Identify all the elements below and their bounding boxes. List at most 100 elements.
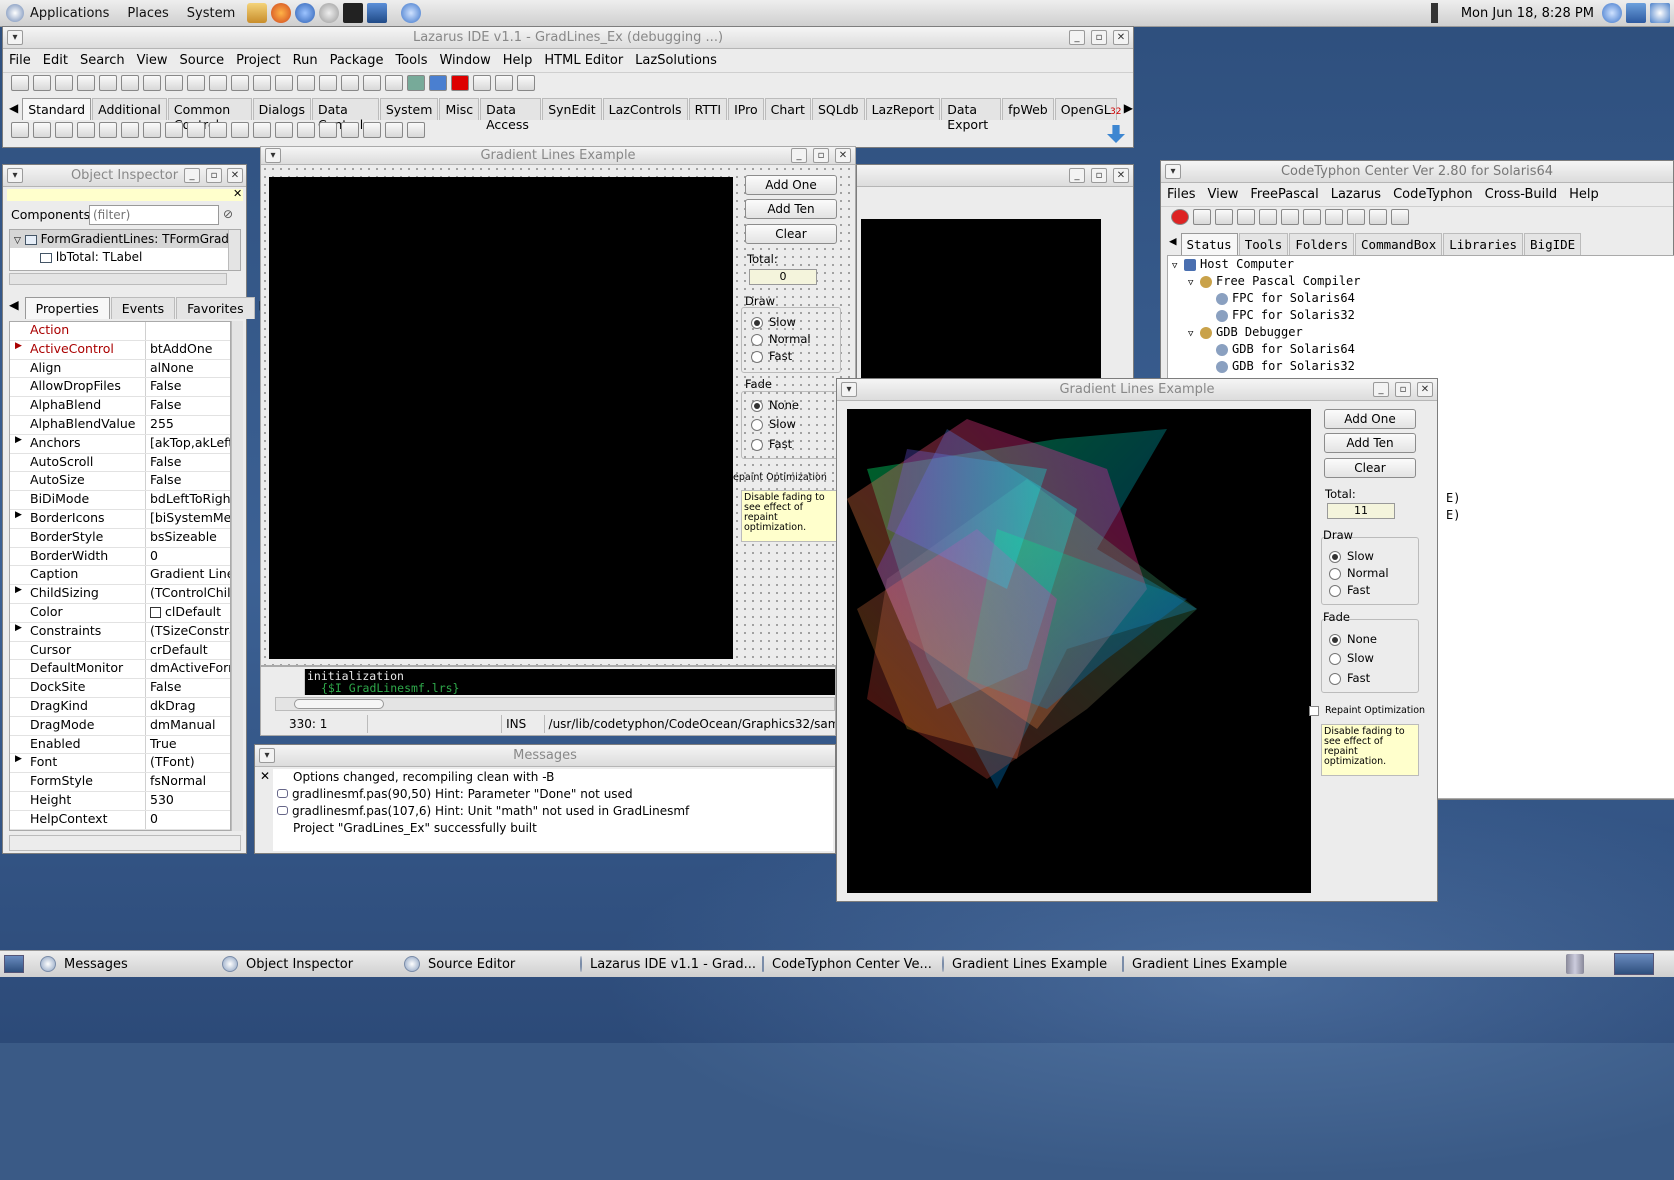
download-icon[interactable] [1193,209,1211,225]
property-row-color[interactable]: Color clDefault [10,603,230,623]
palette-tab-ipro[interactable]: IPro [728,98,764,120]
refresh-icon[interactable] [319,3,340,23]
new-unit-icon[interactable] [55,75,73,91]
window-menu-button[interactable]: ▾ [7,30,23,45]
panel-clock[interactable]: Mon Jun 18, 8:28 PM [1461,6,1594,21]
message-line[interactable]: gradlinesmf.pas(90,50) Hint: Parameter "… [277,786,833,803]
checkgroup-component-icon[interactable] [341,122,359,138]
minimize-button[interactable]: _ [1373,382,1389,397]
property-value[interactable]: dkDrag [146,698,230,716]
ct-tab-tools[interactable]: Tools [1238,233,1289,255]
taskbar-item-gradient-lines-1[interactable]: Gradient Lines Example [936,953,1112,976]
download-arrow-icon[interactable] [1107,125,1125,143]
tree-scrollbar[interactable] [228,230,240,270]
property-value[interactable]: 0 [146,548,230,566]
window-b-icon[interactable] [1259,209,1277,225]
palette-tab-lazreport[interactable]: LazReport [865,98,941,120]
close-button[interactable]: ✕ [227,168,243,183]
volume-icon[interactable] [1430,3,1449,23]
palette-tab-opengl[interactable]: OpenGL [1054,98,1117,120]
checkbox-component-icon[interactable] [187,122,205,138]
step-into-icon[interactable] [473,75,491,91]
menu-edit[interactable]: Edit [43,53,68,68]
tab-favorites[interactable]: Favorites [176,297,255,319]
clear-button[interactable]: Clear [745,224,837,244]
palette-tab-common-controls[interactable]: Common Controls [167,98,252,132]
property-row-height[interactable]: Height 530 [10,791,230,811]
palette-tab-data-export[interactable]: Data Export [941,98,1002,132]
property-row-borderstyle[interactable]: BorderStyle bsSizeable [10,528,230,548]
clear-button[interactable]: Clear [1324,458,1416,478]
draw-option-slow[interactable]: Slow [1329,549,1374,563]
menu-places[interactable]: Places [127,6,168,21]
menu-window[interactable]: Window [439,53,490,68]
property-row-allowdropfiles[interactable]: AllowDropFiles False [10,378,230,398]
components-filter-input[interactable] [89,205,219,225]
radiogroup-component-icon[interactable] [319,122,337,138]
ct-tree-node-gdb-debugger[interactable]: ▽ GDB Debugger [1168,324,1674,341]
message-line[interactable]: gradlinesmf.pas(107,6) Hint: Unit "math"… [277,803,833,820]
property-row-alphablend[interactable]: AlphaBlend False [10,397,230,416]
save-icon[interactable] [121,75,139,91]
menu-tools[interactable]: Tools [395,53,427,68]
edit-component-icon[interactable] [121,122,139,138]
new-file-icon[interactable] [11,75,29,91]
window-menu-button[interactable]: ▾ [1165,164,1181,179]
menu-applications[interactable]: Applications [30,6,109,21]
open-project-icon[interactable] [99,75,117,91]
menu-system[interactable]: System [187,6,235,21]
gnome-foot-icon[interactable] [6,4,24,22]
fade-option-slow[interactable]: Slow [751,417,796,431]
running-app-titlebar[interactable]: ▾ Gradient Lines Example _ ▫ ✕ [837,379,1437,401]
combobox-component-icon[interactable] [253,122,271,138]
codetyphon-swirl-icon[interactable] [401,3,422,23]
property-value[interactable]: Gradient Lines [146,566,230,584]
draw-option-slow[interactable]: Slow [751,315,796,329]
menu-package[interactable]: Package [330,53,384,68]
ct-tab-libraries[interactable]: Libraries [1443,233,1524,255]
ide-titlebar[interactable]: ▾ Lazarus IDE v1.1 - GradLines_Ex (debug… [3,27,1133,49]
property-row-autosize[interactable]: AutoSize False [10,472,230,492]
property-value[interactable]: dmActiveForm [146,660,230,678]
property-value[interactable]: clDefault [146,604,230,622]
property-row-alphablendvalue[interactable]: AlphaBlendValue 255 [10,415,230,435]
button-component-icon[interactable] [77,122,95,138]
tree-node-lbtotal[interactable]: lbTotal: TLabel [10,248,240,266]
property-value[interactable]: bsSizeable [146,529,230,547]
palette-tab-standard[interactable]: Standard [22,98,92,120]
scrollbar-component-icon[interactable] [275,122,293,138]
property-value[interactable]: crDefault [146,642,230,660]
taskbar-item-object-inspector[interactable]: Object Inspector [216,953,394,976]
property-value[interactable]: (TSizeConstra [146,623,230,641]
codetyphon-titlebar[interactable]: ▾ CodeTyphon Center Ver 2.80 for Solaris… [1161,161,1673,183]
find-icon[interactable] [297,75,315,91]
groupbox-component-icon[interactable] [297,122,315,138]
menu-search[interactable]: Search [80,53,125,68]
property-value[interactable]: 255 [146,416,230,434]
memo-component-icon[interactable] [143,122,161,138]
palette-tab-sqldb[interactable]: SQLdb [811,98,865,120]
system-monitor-icon[interactable] [367,3,388,23]
taskbar-item-messages[interactable]: Messages [34,953,212,976]
property-value[interactable] [146,322,230,340]
property-grid-scrollbar[interactable] [231,321,243,831]
toggle-box-component-icon[interactable] [165,122,183,138]
taskbar-item-gradient-lines-2[interactable]: Gradient Lines Example [1116,953,1292,976]
close-button[interactable]: ✕ [1113,30,1129,45]
home-folder-icon[interactable] [247,3,268,23]
build-all-icon[interactable] [385,75,403,91]
palette-tab-chart[interactable]: Chart [764,98,811,120]
palette-tab-fpweb[interactable]: fpWeb [1002,98,1054,120]
property-value[interactable]: False [146,378,230,396]
oi-tabs-left-arrow[interactable]: ◀ [9,297,19,319]
find-in-files-icon[interactable] [319,75,337,91]
clear-filter-icon[interactable]: ⊘ [223,207,233,221]
view-units-icon[interactable] [253,75,271,91]
property-row-docksite[interactable]: DockSite False [10,679,230,698]
frame-component-icon[interactable] [385,122,403,138]
maximize-button[interactable]: ▫ [1395,382,1411,397]
close-button[interactable]: ✕ [835,148,851,163]
ct-tree-node-fpc-for-solaris64[interactable]: FPC for Solaris64 [1168,290,1674,307]
menu-run[interactable]: Run [293,53,318,68]
save-all-icon[interactable] [143,75,161,91]
